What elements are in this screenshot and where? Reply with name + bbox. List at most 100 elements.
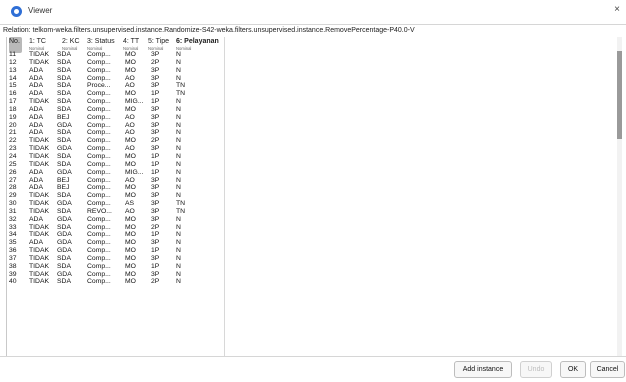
cell-no: 14 <box>9 74 17 82</box>
table-row[interactable]: 16 ADA SDA Comp... MO 1P TN <box>7 90 225 98</box>
cell-tc: TIDAK <box>29 98 50 106</box>
cell-kc: SDA <box>57 90 71 98</box>
cell-tc: TIDAK <box>29 223 50 231</box>
table-row[interactable]: 28 ADA BEJ Comp... MO 3P N <box>7 184 225 192</box>
cell-pelayanan: N <box>176 278 181 286</box>
table-row[interactable]: 21 ADA SDA Comp... AO 3P N <box>7 129 225 137</box>
cell-tipe: 3P <box>151 215 160 223</box>
cell-no: 22 <box>9 137 17 145</box>
table-row[interactable]: 29 TIDAK SDA Comp... MO 3P N <box>7 192 225 200</box>
table-row[interactable]: 34 TIDAK GDA Comp... MO 1P N <box>7 231 225 239</box>
cell-tipe: 3P <box>151 239 160 247</box>
cell-kc: SDA <box>57 105 71 113</box>
table-row[interactable]: 24 TIDAK SDA Comp... MO 1P N <box>7 153 225 161</box>
cell-tipe: 1P <box>151 152 160 160</box>
table-row[interactable]: 26 ADA GDA Comp... MIG... 1P N <box>7 169 225 177</box>
cell-tc: ADA <box>29 184 43 192</box>
cell-tipe: 3P <box>151 51 160 58</box>
table-row[interactable]: 32 ADA GDA Comp... MO 3P N <box>7 216 225 224</box>
cell-pelayanan: N <box>176 98 181 106</box>
table-row[interactable]: 12 TIDAK SDA Comp... MO 2P N <box>7 59 225 67</box>
table-row[interactable]: 20 ADA GDA Comp... AO 3P N <box>7 122 225 130</box>
table-row[interactable]: 14 ADA SDA Comp... AO 3P N <box>7 75 225 83</box>
cell-pelayanan: N <box>176 66 181 74</box>
table-row[interactable]: 30 TIDAK GDA Comp... AS 3P TN <box>7 200 225 208</box>
table-row[interactable]: 33 TIDAK SDA Comp... MO 2P N <box>7 224 225 232</box>
table-row[interactable]: 15 ADA SDA Proce... AO 3P TN <box>7 82 225 90</box>
close-icon[interactable]: × <box>614 4 620 15</box>
cell-no: 35 <box>9 239 17 247</box>
cell-tc: TIDAK <box>29 207 50 215</box>
cell-tc: ADA <box>29 215 43 223</box>
cell-tt: AO <box>125 74 135 82</box>
cell-pelayanan: TN <box>176 207 186 215</box>
cell-pelayanan: N <box>176 176 181 184</box>
cell-tt: AO <box>125 113 135 121</box>
cell-tipe: 3P <box>151 66 160 74</box>
ok-button[interactable]: OK <box>560 361 586 378</box>
table-row[interactable]: 38 TIDAK SDA Comp... MO 1P N <box>7 263 225 271</box>
cell-pelayanan: N <box>176 137 181 145</box>
cell-tipe: 3P <box>151 113 160 121</box>
cell-tc: TIDAK <box>29 137 50 145</box>
cell-no: 20 <box>9 121 17 129</box>
table-row[interactable]: 17 TIDAK SDA Comp... MIG... 1P N <box>7 98 225 106</box>
cell-no: 30 <box>9 200 17 208</box>
cell-tc: TIDAK <box>29 247 50 255</box>
window-title: Viewer <box>28 6 53 15</box>
table-row[interactable]: 35 ADA GDA Comp... MO 3P N <box>7 239 225 247</box>
cell-tt: MO <box>125 215 136 223</box>
table-row[interactable]: 31 TIDAK SDA REVO... AO 3P TN <box>7 208 225 216</box>
cell-no: 19 <box>9 113 17 121</box>
cell-tipe: 3P <box>151 270 160 278</box>
cell-tt: MO <box>125 278 136 286</box>
table-row[interactable]: 25 TIDAK SDA Comp... MO 1P N <box>7 161 225 169</box>
cell-status: Comp... <box>87 270 111 278</box>
cell-kc: GDA <box>57 247 72 255</box>
cell-kc: SDA <box>57 51 71 58</box>
table-row[interactable]: 23 TIDAK GDA Comp... AO 3P N <box>7 145 225 153</box>
cell-pelayanan: TN <box>176 200 186 208</box>
cell-tt: AO <box>125 176 135 184</box>
undo-button[interactable]: Undo <box>520 361 552 378</box>
cell-no: 25 <box>9 160 17 168</box>
cell-tipe: 1P <box>151 98 160 106</box>
table-row[interactable]: 11 TIDAK SDA Comp... MO 3P N <box>7 51 225 59</box>
add-instance-button[interactable]: Add instance <box>454 361 512 378</box>
cell-status: Comp... <box>87 231 111 239</box>
cell-tc: ADA <box>29 129 43 137</box>
cell-tc: TIDAK <box>29 160 50 168</box>
cell-pelayanan: N <box>176 184 181 192</box>
cell-tipe: 3P <box>151 184 160 192</box>
cancel-button[interactable]: Cancel <box>590 361 625 378</box>
cell-tt: AO <box>125 129 135 137</box>
table-row[interactable]: 37 TIDAK SDA Comp... MO 3P N <box>7 255 225 263</box>
scrollbar-thumb[interactable] <box>617 51 622 139</box>
cell-kc: GDA <box>57 168 72 176</box>
cell-pelayanan: N <box>176 74 181 82</box>
table-row[interactable]: 27 ADA BEJ Comp... AO 3P N <box>7 177 225 185</box>
cell-tipe: 1P <box>151 90 160 98</box>
cell-tipe: 1P <box>151 168 160 176</box>
table-row[interactable]: 18 ADA SDA Comp... MO 3P N <box>7 106 225 114</box>
cell-status: Proce... <box>87 82 111 90</box>
vertical-scrollbar[interactable] <box>617 37 622 356</box>
cell-no: 28 <box>9 184 17 192</box>
table-row[interactable]: 39 TIDAK GDA Comp... MO 3P N <box>7 271 225 279</box>
cell-status: Comp... <box>87 239 111 247</box>
cell-kc: SDA <box>57 58 71 66</box>
cell-tc: ADA <box>29 74 43 82</box>
table-row[interactable]: 36 TIDAK GDA Comp... MO 1P N <box>7 247 225 255</box>
table-row[interactable]: 13 ADA SDA Comp... MO 3P N <box>7 67 225 75</box>
cell-no: 26 <box>9 168 17 176</box>
cell-pelayanan: N <box>176 192 181 200</box>
cell-tt: MIG... <box>125 98 144 106</box>
cell-no: 39 <box>9 270 17 278</box>
cell-pelayanan: N <box>176 168 181 176</box>
cell-kc: SDA <box>57 278 71 286</box>
table-row[interactable]: 40 TIDAK SDA Comp... MO 2P N <box>7 278 225 286</box>
cell-status: REVO... <box>87 207 112 215</box>
table-row[interactable]: 19 ADA BEJ Comp... AO 3P N <box>7 114 225 122</box>
cell-tipe: 3P <box>151 200 160 208</box>
table-row[interactable]: 22 TIDAK SDA Comp... MO 2P N <box>7 137 225 145</box>
